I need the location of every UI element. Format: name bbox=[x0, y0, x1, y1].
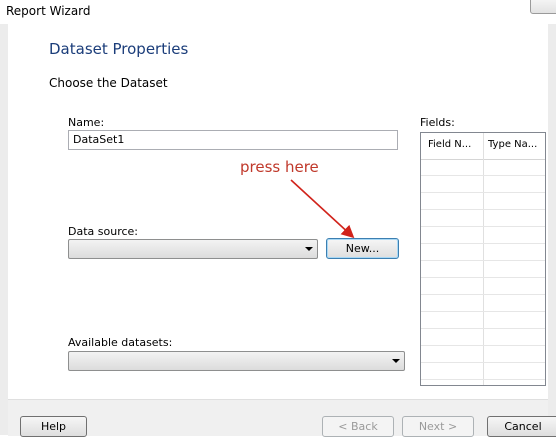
table-row bbox=[421, 346, 545, 363]
data-source-label: Data source: bbox=[68, 225, 138, 238]
fields-grid[interactable]: Field N... Type Na... bbox=[420, 132, 546, 386]
available-datasets-label: Available datasets: bbox=[68, 336, 173, 349]
table-row bbox=[421, 261, 545, 278]
back-button[interactable]: < Back bbox=[322, 416, 394, 437]
table-row bbox=[421, 210, 545, 227]
column-header-field-name[interactable]: Field N... bbox=[428, 139, 471, 150]
new-data-source-button[interactable]: New... bbox=[326, 238, 399, 259]
fields-label: Fields: bbox=[420, 116, 455, 129]
available-datasets-dropdown[interactable] bbox=[68, 351, 405, 371]
next-button[interactable]: Next > bbox=[402, 416, 474, 437]
chevron-down-icon bbox=[305, 247, 313, 251]
chevron-down-icon bbox=[392, 359, 400, 363]
table-row bbox=[421, 363, 545, 380]
cancel-button[interactable]: Cancel bbox=[487, 416, 556, 437]
column-header-type-name[interactable]: Type Na... bbox=[488, 139, 537, 150]
table-row bbox=[421, 295, 545, 312]
table-row bbox=[421, 176, 545, 193]
data-source-dropdown[interactable] bbox=[68, 239, 318, 259]
table-row bbox=[421, 193, 545, 210]
table-row bbox=[421, 159, 545, 176]
table-row bbox=[421, 227, 545, 244]
table-row bbox=[421, 244, 545, 261]
help-button[interactable]: Help bbox=[20, 416, 87, 437]
table-row bbox=[421, 278, 545, 295]
table-row bbox=[421, 312, 545, 329]
table-row bbox=[421, 329, 545, 346]
